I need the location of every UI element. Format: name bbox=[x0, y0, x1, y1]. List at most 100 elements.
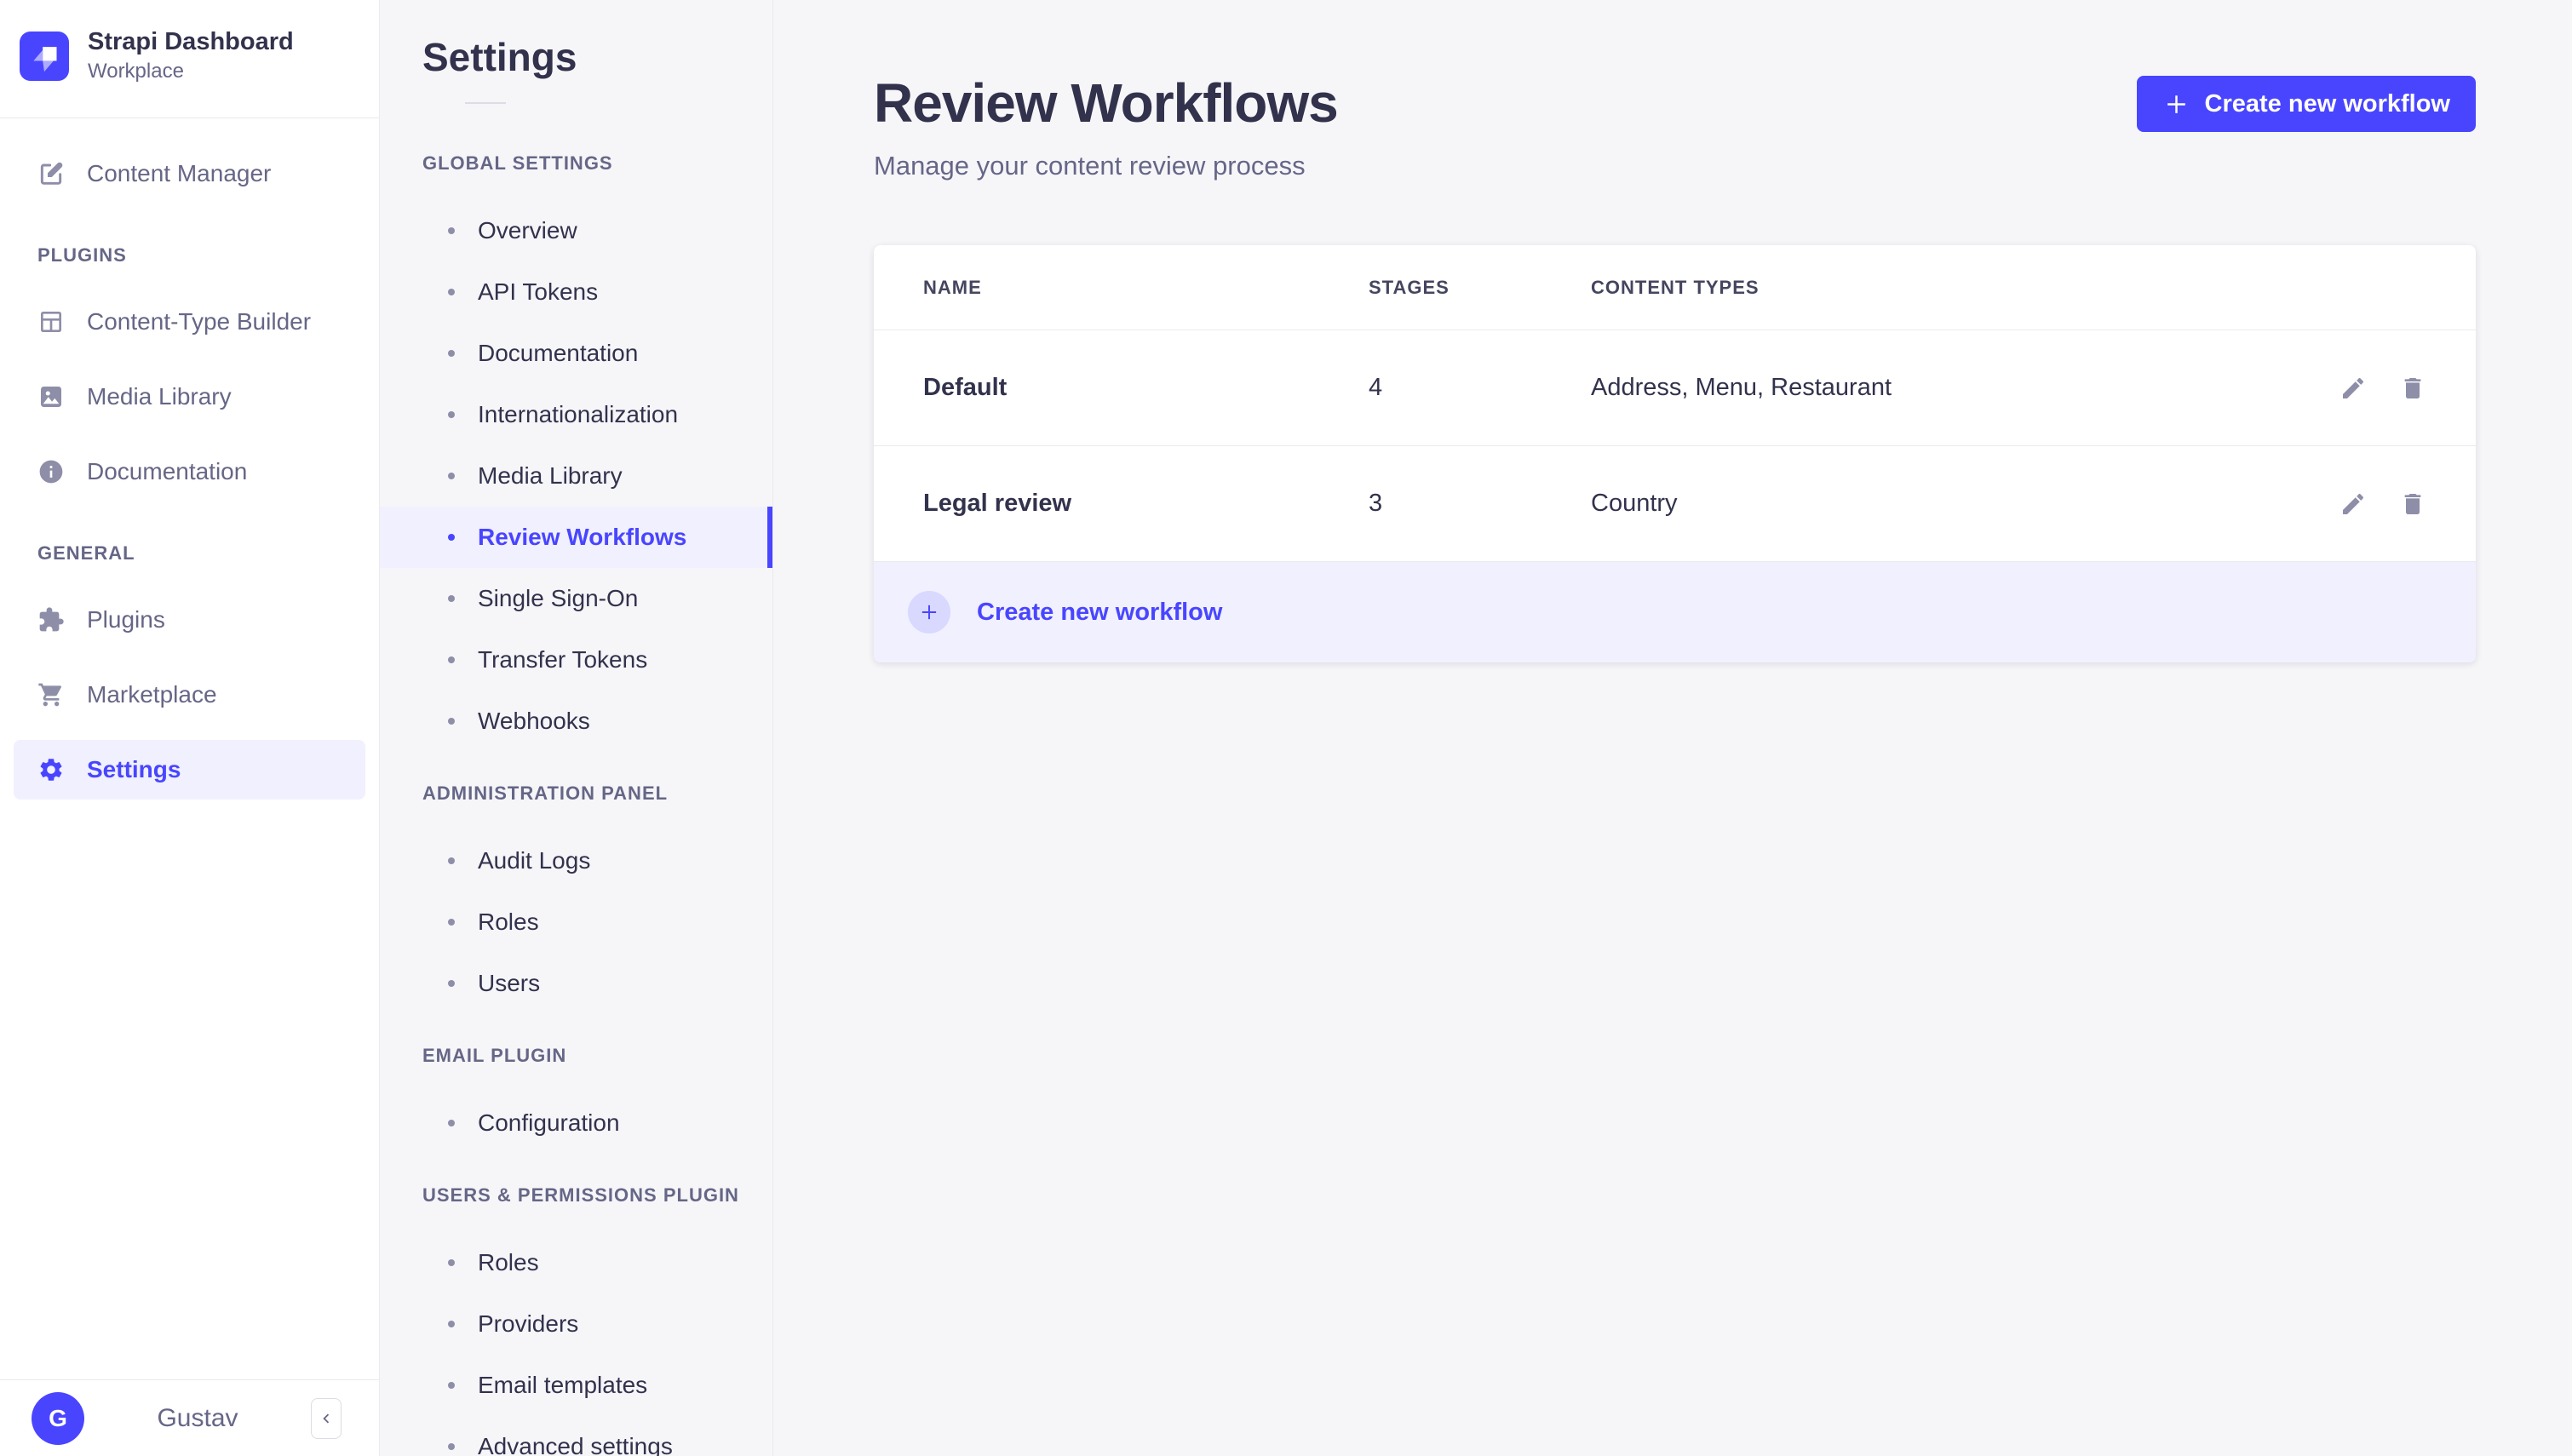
column-header-name: NAME bbox=[923, 276, 982, 298]
subnav-item-label: Advanced settings bbox=[478, 1433, 673, 1456]
sidebar-nav: Content Manager PLUGINS Content-Type Bui… bbox=[0, 118, 379, 1379]
workflow-name: Legal review bbox=[923, 490, 1072, 518]
subnav-item-label: Transfer Tokens bbox=[478, 646, 648, 673]
sidebar-item-label: Media Library bbox=[87, 383, 232, 410]
sidebar-item-content-manager[interactable]: Content Manager bbox=[14, 144, 365, 203]
subnav-item-media-library[interactable]: Media Library bbox=[380, 445, 772, 507]
subnav-item-label: Providers bbox=[478, 1310, 579, 1337]
sidebar-item-label: Content-Type Builder bbox=[87, 308, 312, 335]
edit-workflow-button[interactable] bbox=[2339, 375, 2367, 402]
subnav-section-users-permissions-plugin: USERS & PERMISSIONS PLUGIN Roles Provide… bbox=[380, 1184, 772, 1456]
subnav-item-audit-logs[interactable]: Audit Logs bbox=[380, 830, 772, 891]
sidebar-item-label: Settings bbox=[87, 756, 181, 783]
subnav-item-webhooks[interactable]: Webhooks bbox=[380, 691, 772, 752]
bullet-icon bbox=[448, 534, 455, 541]
subnav-title: Settings bbox=[422, 35, 577, 79]
page-subtitle: Manage your content review process bbox=[874, 151, 1306, 181]
workspace-subtitle: Workplace bbox=[88, 60, 184, 83]
footer-create-workflow-label: Create new workflow bbox=[977, 598, 1223, 626]
subnav-item-review-workflows[interactable]: Review Workflows bbox=[380, 507, 772, 568]
sidebar-item-plugins[interactable]: Plugins bbox=[14, 590, 365, 650]
layout-grid-icon bbox=[37, 308, 65, 335]
subnav-item-admin-users[interactable]: Users bbox=[380, 953, 772, 1014]
strapi-logo-icon bbox=[20, 31, 69, 81]
table-row-legal-review[interactable]: Legal review 3 Country bbox=[874, 446, 2476, 563]
sidebar-item-label: Plugins bbox=[87, 606, 165, 633]
plus-circle-icon bbox=[908, 591, 950, 634]
subnav-item-label: Audit Logs bbox=[478, 847, 591, 874]
workspace-brand[interactable]: Strapi Dashboard Workplace bbox=[0, 0, 379, 118]
settings-subnav: Settings GLOBAL SETTINGS Overview API To… bbox=[380, 0, 773, 1456]
bullet-icon bbox=[448, 1382, 455, 1389]
bullet-icon bbox=[448, 919, 455, 926]
collapse-sidebar-button[interactable] bbox=[311, 1397, 342, 1439]
table-footer-create-workflow[interactable]: Create new workflow bbox=[874, 562, 2476, 663]
sidebar-footer: G Gustav bbox=[0, 1379, 379, 1456]
subnav-item-single-sign-on[interactable]: Single Sign-On bbox=[380, 568, 772, 629]
gear-icon bbox=[37, 756, 65, 783]
subnav-item-up-email-templates[interactable]: Email templates bbox=[380, 1355, 772, 1416]
bullet-icon bbox=[448, 718, 455, 725]
create-new-workflow-label: Create new workflow bbox=[2204, 89, 2450, 118]
subnav-item-up-roles[interactable]: Roles bbox=[380, 1232, 772, 1293]
sidebar-item-marketplace[interactable]: Marketplace bbox=[14, 665, 365, 725]
column-header-content-types: CONTENT TYPES bbox=[1591, 276, 1760, 298]
sidebar-section-general: GENERAL bbox=[37, 542, 135, 565]
subnav-item-label: Overview bbox=[478, 217, 577, 244]
user-avatar[interactable]: G bbox=[32, 1391, 84, 1445]
subnav-item-documentation[interactable]: Documentation bbox=[380, 323, 772, 384]
create-new-workflow-button[interactable]: Create new workflow bbox=[2136, 76, 2476, 132]
subnav-item-label: Roles bbox=[478, 909, 539, 935]
subnav-item-label: Media Library bbox=[478, 462, 623, 489]
subnav-item-up-providers[interactable]: Providers bbox=[380, 1293, 772, 1355]
subnav-title-divider bbox=[465, 102, 506, 104]
delete-workflow-button[interactable] bbox=[2399, 490, 2426, 518]
subnav-section-global-settings: GLOBAL SETTINGS Overview API Tokens Docu… bbox=[380, 152, 772, 752]
bullet-icon bbox=[448, 289, 455, 295]
info-circle-icon bbox=[37, 458, 65, 485]
delete-workflow-button[interactable] bbox=[2399, 375, 2426, 402]
subnav-item-label: Single Sign-On bbox=[478, 585, 639, 611]
workflows-table: NAME STAGES CONTENT TYPES Default 4 Addr… bbox=[874, 245, 2476, 663]
pencil-square-icon bbox=[37, 160, 65, 187]
pencil-icon bbox=[2339, 375, 2367, 402]
subnav-item-label: Roles bbox=[478, 1249, 539, 1275]
sidebar-item-media-library[interactable]: Media Library bbox=[14, 367, 365, 427]
main-sidebar: Strapi Dashboard Workplace Content Manag… bbox=[0, 0, 380, 1456]
subnav-item-email-configuration[interactable]: Configuration bbox=[380, 1092, 772, 1154]
table-header-row: NAME STAGES CONTENT TYPES bbox=[874, 245, 2476, 331]
subnav-item-label: Users bbox=[478, 970, 541, 996]
sidebar-item-documentation[interactable]: Documentation bbox=[14, 442, 365, 502]
edit-workflow-button[interactable] bbox=[2339, 490, 2367, 518]
subnav-item-overview[interactable]: Overview bbox=[380, 200, 772, 261]
sidebar-item-settings[interactable]: Settings bbox=[14, 740, 365, 800]
bullet-icon bbox=[448, 980, 455, 987]
page-header: Review Workflows Manage your content rev… bbox=[874, 74, 2476, 181]
bullet-icon bbox=[448, 656, 455, 663]
plus-icon bbox=[2162, 90, 2190, 118]
subnav-item-label: API Tokens bbox=[478, 278, 599, 305]
main-content: Review Workflows Manage your content rev… bbox=[773, 0, 2572, 1456]
subnav-item-up-advanced-settings[interactable]: Advanced settings bbox=[380, 1416, 772, 1456]
bullet-icon bbox=[448, 411, 455, 418]
subnav-item-internationalization[interactable]: Internationalization bbox=[380, 384, 772, 445]
table-row-default[interactable]: Default 4 Address, Menu, Restaurant bbox=[874, 330, 2476, 447]
subnav-item-label: Email templates bbox=[478, 1372, 648, 1398]
bullet-icon bbox=[448, 1443, 455, 1450]
sidebar-item-content-type-builder[interactable]: Content-Type Builder bbox=[14, 292, 365, 352]
subnav-section-label: EMAIL PLUGIN bbox=[422, 1045, 567, 1066]
subnav-item-label: Webhooks bbox=[478, 708, 590, 734]
subnav-item-transfer-tokens[interactable]: Transfer Tokens bbox=[380, 629, 772, 691]
workflow-stages: 4 bbox=[1369, 374, 1383, 402]
subnav-item-admin-roles[interactable]: Roles bbox=[380, 891, 772, 953]
bullet-icon bbox=[448, 1321, 455, 1327]
subnav-section-email-plugin: EMAIL PLUGIN Configuration bbox=[380, 1045, 772, 1154]
sidebar-section-plugins: PLUGINS bbox=[37, 244, 127, 267]
subnav-item-api-tokens[interactable]: API Tokens bbox=[380, 261, 772, 323]
bullet-icon bbox=[448, 350, 455, 357]
subnav-section-label: ADMINISTRATION PANEL bbox=[422, 782, 669, 804]
chevron-left-icon bbox=[317, 1409, 336, 1428]
workspace-title: Strapi Dashboard bbox=[88, 28, 294, 55]
subnav-section-label: USERS & PERMISSIONS PLUGIN bbox=[422, 1184, 739, 1206]
workflow-content-types: Address, Menu, Restaurant bbox=[1591, 374, 1892, 402]
